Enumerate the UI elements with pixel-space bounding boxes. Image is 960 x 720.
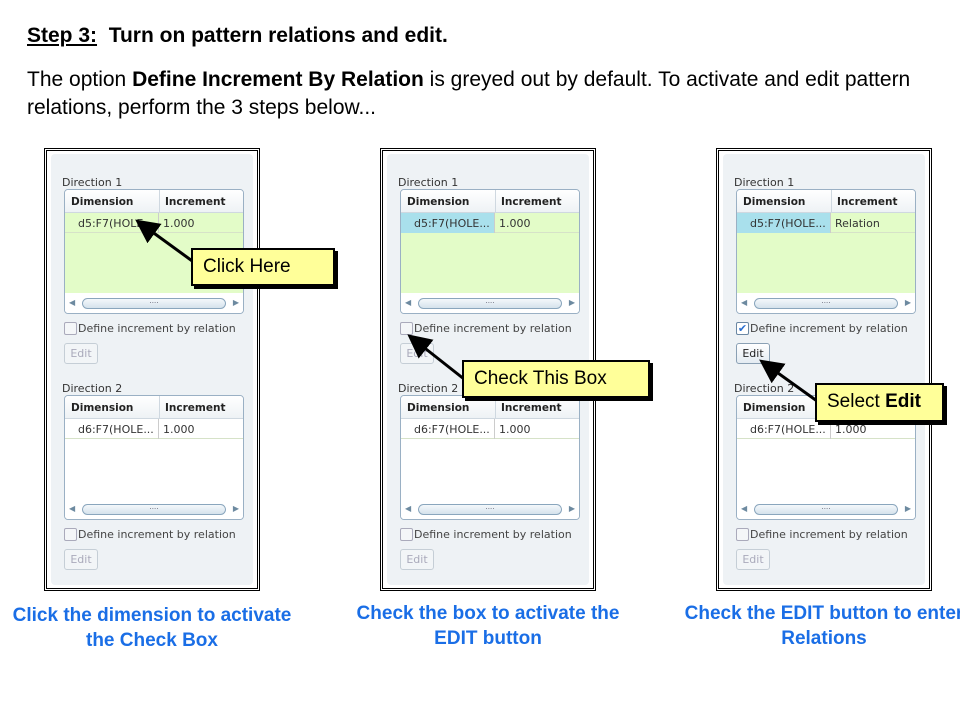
arrow-select-edit	[759, 359, 818, 403]
callout-check-box: Check This Box	[462, 360, 650, 398]
callout-click-here: Click Here	[191, 248, 335, 286]
arrow-check-box	[407, 334, 465, 381]
callout-select-edit: Select Edit	[815, 383, 944, 422]
arrow-click-here	[135, 219, 196, 265]
